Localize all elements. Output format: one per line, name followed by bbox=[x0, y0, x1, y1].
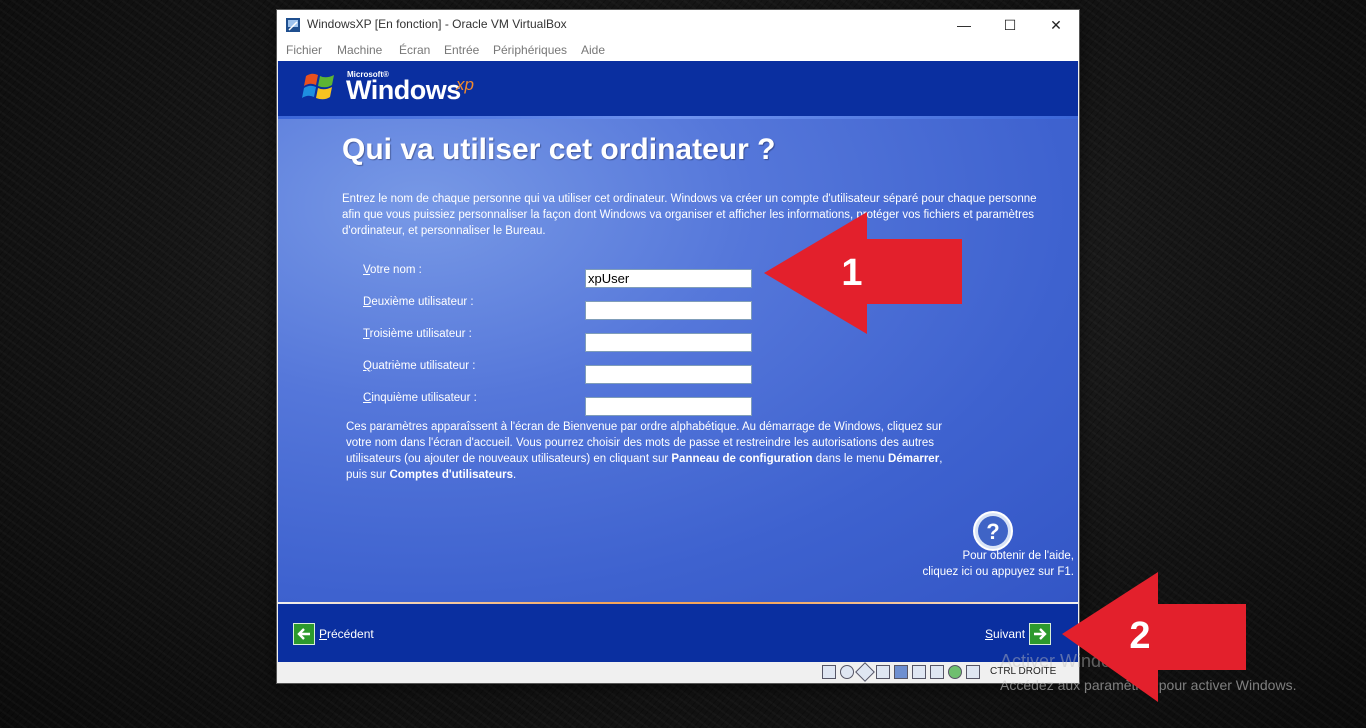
arrow-2-number: 2 bbox=[1129, 615, 1150, 657]
arrow-1-shape bbox=[764, 212, 962, 334]
audio-icon[interactable] bbox=[855, 662, 875, 682]
xp-footer-bar bbox=[278, 604, 1078, 671]
menu-machine[interactable]: Machine bbox=[337, 43, 382, 57]
field-label-cinquieme: Cinquième utilisateur : bbox=[363, 392, 477, 404]
shared-folder-icon[interactable] bbox=[912, 665, 926, 679]
menu-aide[interactable]: Aide bbox=[581, 43, 605, 57]
page-title: Qui va utiliser cet ordinateur ? bbox=[342, 133, 776, 166]
back-arrow-icon bbox=[293, 623, 315, 645]
menu-entree[interactable]: Entrée bbox=[444, 43, 479, 57]
display-icon[interactable] bbox=[894, 665, 908, 679]
votre-nom-input[interactable] bbox=[585, 269, 752, 288]
logo-xp: xp bbox=[456, 75, 474, 94]
next-arrow-icon bbox=[1029, 623, 1052, 645]
title-bar: WindowsXP [En fonction] - Oracle VM Virt… bbox=[277, 10, 1079, 40]
arrow-2-shape bbox=[1062, 572, 1246, 702]
capture-icon[interactable] bbox=[948, 665, 962, 679]
status-bar: CTRL DROITE bbox=[277, 662, 1079, 683]
host-key-icon[interactable] bbox=[966, 665, 980, 679]
minimize-button[interactable]: — bbox=[941, 10, 987, 40]
usb-icon[interactable] bbox=[930, 665, 944, 679]
cinquieme-utilisateur-input[interactable] bbox=[585, 397, 752, 416]
help-line-1: Pour obtenir de l'aide, bbox=[962, 550, 1074, 562]
storage-icon[interactable] bbox=[822, 665, 836, 679]
field-label-troisieme: Troisième utilisateur : bbox=[363, 328, 472, 340]
logo-windows: Windows bbox=[346, 75, 461, 105]
annotation-arrow-1: 1 bbox=[764, 212, 962, 334]
field-label-deuxieme: Deuxième utilisateur : bbox=[363, 296, 474, 308]
network-icon[interactable] bbox=[876, 665, 890, 679]
next-button[interactable]: Suivant bbox=[985, 623, 1052, 645]
help-line-2: cliquez ici ou appuyez sur F1. bbox=[922, 566, 1075, 578]
close-button[interactable]: ✕ bbox=[1033, 10, 1079, 40]
window-title: WindowsXP [En fonction] - Oracle VM Virt… bbox=[307, 17, 567, 31]
menu-bar: Fichier Machine Écran Entrée Périphériqu… bbox=[277, 40, 1079, 61]
menu-ecran[interactable]: Écran bbox=[399, 43, 430, 57]
field-label-votre-nom: Votre nom : bbox=[363, 264, 422, 276]
xp-header-bar: Microsoft® Windows xp bbox=[278, 61, 1078, 116]
next-label: Suivant bbox=[985, 627, 1026, 641]
svg-text:?: ? bbox=[986, 519, 999, 544]
arrow-1-number: 1 bbox=[841, 252, 862, 294]
optical-drive-icon[interactable] bbox=[840, 665, 854, 679]
back-button[interactable]: Précédent bbox=[293, 623, 374, 645]
quatrieme-utilisateur-input[interactable] bbox=[585, 365, 752, 384]
guest-screen[interactable]: Microsoft® Windows xp Qui va utiliser ce… bbox=[278, 61, 1078, 671]
windows-flag-icon bbox=[302, 73, 334, 100]
help-question-icon[interactable]: ? bbox=[972, 510, 1014, 552]
menu-fichier[interactable]: Fichier bbox=[286, 43, 322, 57]
menu-peripheriques[interactable]: Périphériques bbox=[493, 43, 567, 57]
help-text[interactable]: Pour obtenir de l'aide, cliquez ici ou a… bbox=[888, 548, 1075, 580]
annotation-arrow-2: 2 bbox=[1062, 572, 1246, 702]
maximize-button[interactable]: ☐ bbox=[987, 10, 1033, 40]
deuxieme-utilisateur-input[interactable] bbox=[585, 301, 752, 320]
field-label-quatrieme: Quatrième utilisateur : bbox=[363, 360, 476, 372]
info-note: Ces paramètres apparaîssent à l'écran de… bbox=[346, 421, 943, 481]
virtualbox-window: WindowsXP [En fonction] - Oracle VM Virt… bbox=[277, 10, 1079, 683]
virtualbox-app-icon bbox=[286, 18, 300, 32]
troisieme-utilisateur-input[interactable] bbox=[585, 333, 752, 352]
back-label: Précédent bbox=[319, 627, 374, 641]
